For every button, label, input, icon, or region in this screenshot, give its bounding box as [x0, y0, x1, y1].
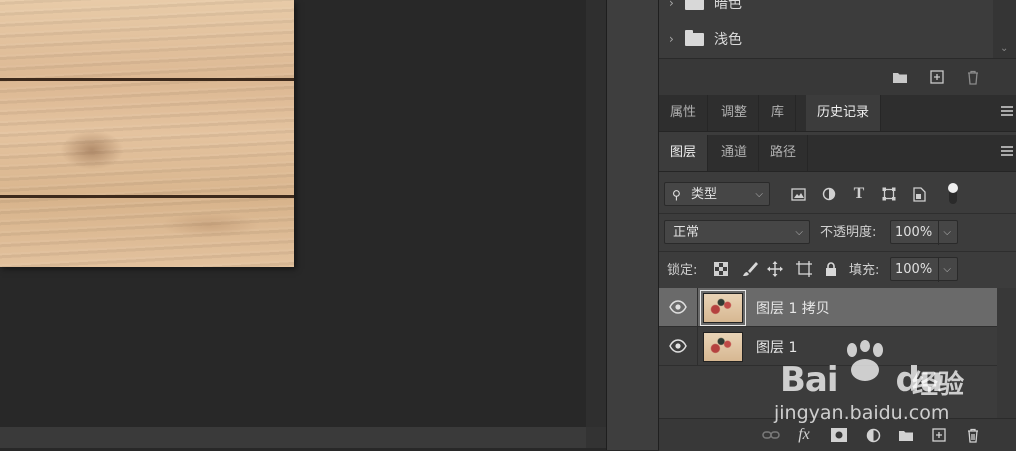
layer-row[interactable]: 图层 1 拷贝: [659, 288, 997, 327]
blend-opacity-row: 正常 ⌵ 不透明度: 100% ⌵: [659, 213, 1016, 252]
plank-seam: [0, 78, 294, 81]
swatches-scrollbar[interactable]: ⌄: [993, 0, 1016, 58]
fill-input[interactable]: 100% ⌵: [890, 257, 958, 282]
chevron-down-icon: ⌵: [755, 189, 763, 200]
fill-value: 100%: [895, 262, 933, 277]
tab-libraries[interactable]: 库: [760, 95, 797, 131]
new-swatch-icon[interactable]: [929, 69, 945, 85]
trash-icon[interactable]: [965, 69, 981, 85]
eye-visibility-icon[interactable]: [669, 339, 687, 353]
layer-filter-dropdown[interactable]: ⚲ 类型 ⌵: [664, 182, 770, 206]
lock-position-move-icon[interactable]: [766, 260, 784, 278]
lock-all-icon[interactable]: [822, 260, 840, 278]
fill-label: 填充:: [849, 263, 880, 278]
tab-strip-properties: 属性 调整 库 历史记录: [659, 95, 1016, 132]
layer-name[interactable]: 图层 1 拷贝: [756, 298, 830, 318]
tab-properties[interactable]: 属性: [659, 95, 709, 131]
new-group-folder-icon[interactable]: [892, 69, 908, 85]
folder-label: 浅色: [714, 32, 742, 48]
tab-history[interactable]: 历史记录: [806, 95, 882, 131]
horizontal-scrollbar[interactable]: [0, 427, 586, 448]
chevron-down-icon: ⌵: [795, 227, 803, 238]
chevron-right-icon[interactable]: ›: [669, 32, 685, 46]
lock-artboard-icon[interactable]: [795, 260, 813, 278]
tab-adjustments[interactable]: 调整: [710, 95, 760, 131]
tab-layers[interactable]: 图层: [659, 135, 709, 171]
lock-transparency-icon[interactable]: [712, 260, 730, 278]
image-filter-icon[interactable]: [790, 186, 806, 202]
panel-dock-gutter: [606, 0, 659, 450]
type-filter-icon[interactable]: T: [851, 185, 867, 202]
panel-menu-icon[interactable]: [1001, 106, 1013, 118]
layers-scrollbar[interactable]: [997, 288, 1016, 418]
baidu-jingyan-watermark: Bai du 经验 jingyan.baidu.com: [774, 340, 980, 430]
layer-filter-row: ⚲ 类型 ⌵ T: [659, 175, 1016, 214]
chevron-down-icon[interactable]: ⌄: [1000, 43, 1008, 54]
document-canvas[interactable]: [0, 0, 586, 427]
divider: [697, 288, 698, 326]
folder-label: 暗色: [714, 0, 742, 12]
smart-object-filter-icon[interactable]: [911, 186, 927, 202]
shape-filter-icon[interactable]: [881, 186, 897, 202]
opacity-value: 100%: [895, 225, 933, 240]
layer-thumbnail[interactable]: [703, 332, 743, 362]
tab-channels[interactable]: 通道: [710, 135, 760, 171]
lock-fill-row: 锁定: 填充: 100% ⌵: [659, 250, 1016, 289]
swatch-folder-row[interactable]: › 暗色: [659, 0, 993, 20]
opacity-input[interactable]: 100% ⌵: [890, 220, 958, 245]
panel-menu-icon[interactable]: [1001, 146, 1013, 158]
layer-filter-value: 类型: [691, 187, 718, 202]
opacity-label: 不透明度:: [820, 225, 877, 240]
folder-icon: [685, 29, 704, 46]
wood-texture-image[interactable]: [0, 0, 294, 267]
watermark-url: jingyan.baidu.com: [774, 402, 950, 424]
scroll-corner: [586, 427, 606, 448]
chevron-down-icon[interactable]: ⌵: [938, 221, 951, 245]
chevron-right-icon[interactable]: ›: [669, 0, 685, 10]
vertical-scrollbar[interactable]: [586, 0, 606, 427]
folder-icon: [685, 0, 704, 10]
search-icon: ⚲: [672, 188, 681, 202]
blend-mode-dropdown[interactable]: 正常 ⌵: [664, 220, 810, 244]
swatch-folder-row[interactable]: › 浅色: [659, 22, 993, 56]
blend-mode-value: 正常: [673, 225, 700, 240]
divider: [697, 327, 698, 365]
link-layers-icon[interactable]: [761, 425, 781, 445]
chevron-down-icon[interactable]: ⌵: [938, 258, 951, 282]
filter-toggle-switch[interactable]: [945, 183, 961, 204]
lock-pixels-brush-icon[interactable]: [741, 260, 759, 278]
swatches-footer: [659, 58, 1016, 96]
lock-label: 锁定:: [667, 263, 698, 278]
plank-seam: [0, 195, 294, 198]
tab-paths[interactable]: 路径: [759, 135, 809, 171]
adjustment-filter-icon[interactable]: [821, 186, 837, 202]
tab-strip-layers: 图层 通道 路径: [659, 135, 1016, 172]
eye-visibility-icon[interactable]: [669, 300, 687, 314]
layer-thumbnail[interactable]: [700, 290, 746, 326]
watermark-brand-cn: 经验: [912, 370, 965, 400]
